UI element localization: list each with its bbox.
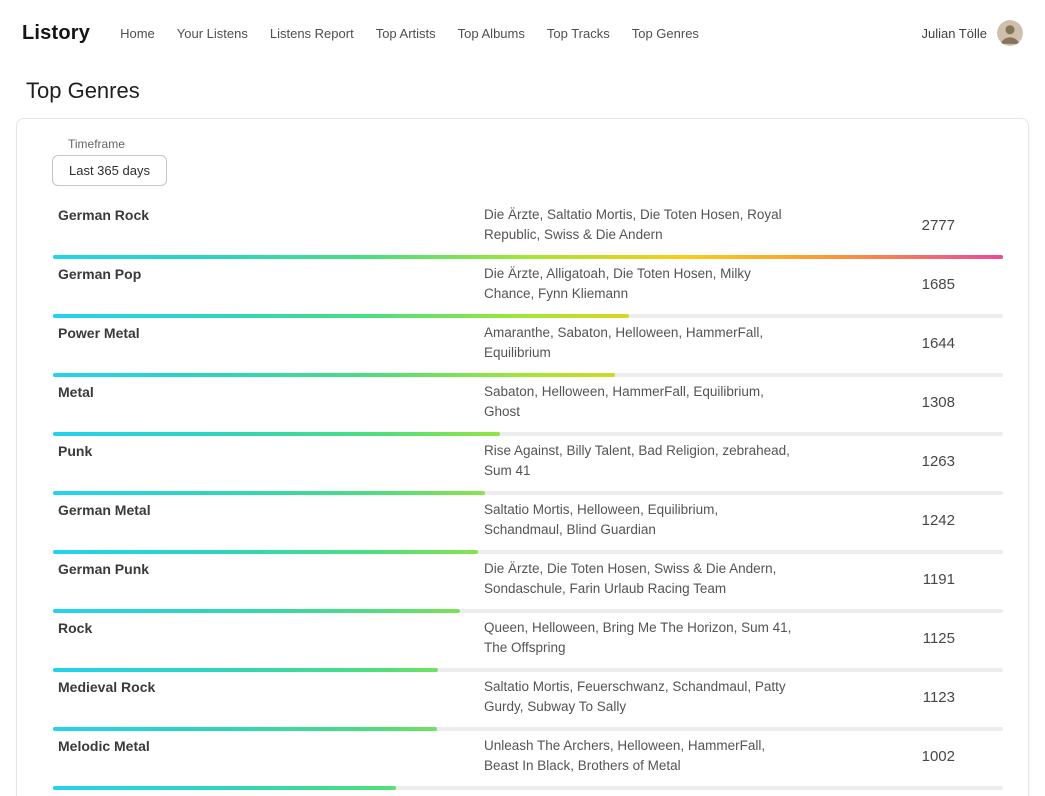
- genre-count: 1242: [810, 512, 1003, 529]
- genre-artists: Unleash The Archers, Helloween, HammerFa…: [484, 736, 794, 776]
- genre-name: Power Metal: [53, 323, 468, 341]
- genre-artists: Sabaton, Helloween, HammerFall, Equilibr…: [484, 382, 794, 422]
- genre-count: 1263: [810, 453, 1003, 470]
- top-genres-card: Timeframe Last 365 days German Rock Die …: [16, 118, 1029, 796]
- timeframe-select[interactable]: Last 365 days: [52, 155, 167, 186]
- genre-artists: Die Ärzte, Saltatio Mortis, Die Toten Ho…: [484, 205, 794, 245]
- genre-name: Medieval Rock: [53, 677, 468, 695]
- genre-name: Punk: [53, 441, 468, 459]
- user-name: Julian Tölle: [921, 26, 987, 41]
- nav-item-top-albums[interactable]: Top Albums: [458, 26, 525, 41]
- genre-name: German Rock: [53, 205, 468, 223]
- genre-artists: Rise Against, Billy Talent, Bad Religion…: [484, 441, 794, 481]
- genre-row: German Indie Bukahara, Käptn Peng, KYTES…: [53, 790, 1003, 796]
- genre-name: German Metal: [53, 500, 468, 518]
- nav-item-listens-report[interactable]: Listens Report: [270, 26, 354, 41]
- genre-row: Melodic Metal Unleash The Archers, Hello…: [53, 731, 1003, 790]
- genre-row: Medieval Rock Saltatio Mortis, Feuerschw…: [53, 672, 1003, 731]
- genre-row: German Rock Die Ärzte, Saltatio Mortis, …: [53, 200, 1003, 259]
- genre-artists: Saltatio Mortis, Feuerschwanz, Schandmau…: [484, 677, 794, 717]
- genre-row: German Metal Saltatio Mortis, Helloween,…: [53, 495, 1003, 554]
- timeframe-control: Timeframe Last 365 days: [52, 137, 1003, 186]
- genre-count: 1123: [810, 689, 1003, 706]
- genre-row: Power Metal Amaranthe, Sabaton, Hellowee…: [53, 318, 1003, 377]
- genre-count: 1685: [810, 276, 1003, 293]
- timeframe-label: Timeframe: [68, 137, 1003, 151]
- genre-name: Rock: [53, 618, 468, 636]
- genre-row: German Punk Die Ärzte, Die Toten Hosen, …: [53, 554, 1003, 613]
- genre-row: Rock Queen, Helloween, Bring Me The Hori…: [53, 613, 1003, 672]
- page-title: Top Genres: [26, 78, 1029, 104]
- genre-row: Metal Sabaton, Helloween, HammerFall, Eq…: [53, 377, 1003, 436]
- nav-item-top-genres[interactable]: Top Genres: [632, 26, 699, 41]
- user-avatar[interactable]: [997, 20, 1023, 46]
- genre-count: 1644: [810, 335, 1003, 352]
- genre-row: German Pop Die Ärzte, Alligatoah, Die To…: [53, 259, 1003, 318]
- genre-artists: Amaranthe, Sabaton, Helloween, HammerFal…: [484, 323, 794, 363]
- genre-name: German Pop: [53, 264, 468, 282]
- main-nav: Home Your Listens Listens Report Top Art…: [120, 26, 699, 41]
- genre-row: Punk Rise Against, Billy Talent, Bad Rel…: [53, 436, 1003, 495]
- genre-artists: Die Ärzte, Alligatoah, Die Toten Hosen, …: [484, 264, 794, 304]
- nav-item-home[interactable]: Home: [120, 26, 155, 41]
- genre-count: 1002: [810, 748, 1003, 765]
- page-content: Top Genres Timeframe Last 365 days Germa…: [0, 78, 1045, 796]
- genre-name: Melodic Metal: [53, 736, 468, 754]
- genre-count: 1191: [810, 571, 1003, 588]
- genre-name: Metal: [53, 382, 468, 400]
- top-nav: Listory Home Your Listens Listens Report…: [0, 0, 1045, 66]
- nav-item-your-listens[interactable]: Your Listens: [177, 26, 248, 41]
- genre-artists: Saltatio Mortis, Helloween, Equilibrium,…: [484, 500, 794, 540]
- genre-count: 2777: [810, 217, 1003, 234]
- genre-artists: Die Ärzte, Die Toten Hosen, Swiss & Die …: [484, 559, 794, 599]
- genre-count: 1308: [810, 394, 1003, 411]
- nav-item-top-tracks[interactable]: Top Tracks: [547, 26, 610, 41]
- genre-artists: Queen, Helloween, Bring Me The Horizon, …: [484, 618, 794, 658]
- app-logo[interactable]: Listory: [22, 22, 90, 45]
- genre-name: German Punk: [53, 559, 468, 577]
- user-menu[interactable]: Julian Tölle: [921, 20, 1023, 46]
- genre-count: 1125: [810, 630, 1003, 647]
- nav-item-top-artists[interactable]: Top Artists: [376, 26, 436, 41]
- genre-list: German Rock Die Ärzte, Saltatio Mortis, …: [53, 200, 1003, 796]
